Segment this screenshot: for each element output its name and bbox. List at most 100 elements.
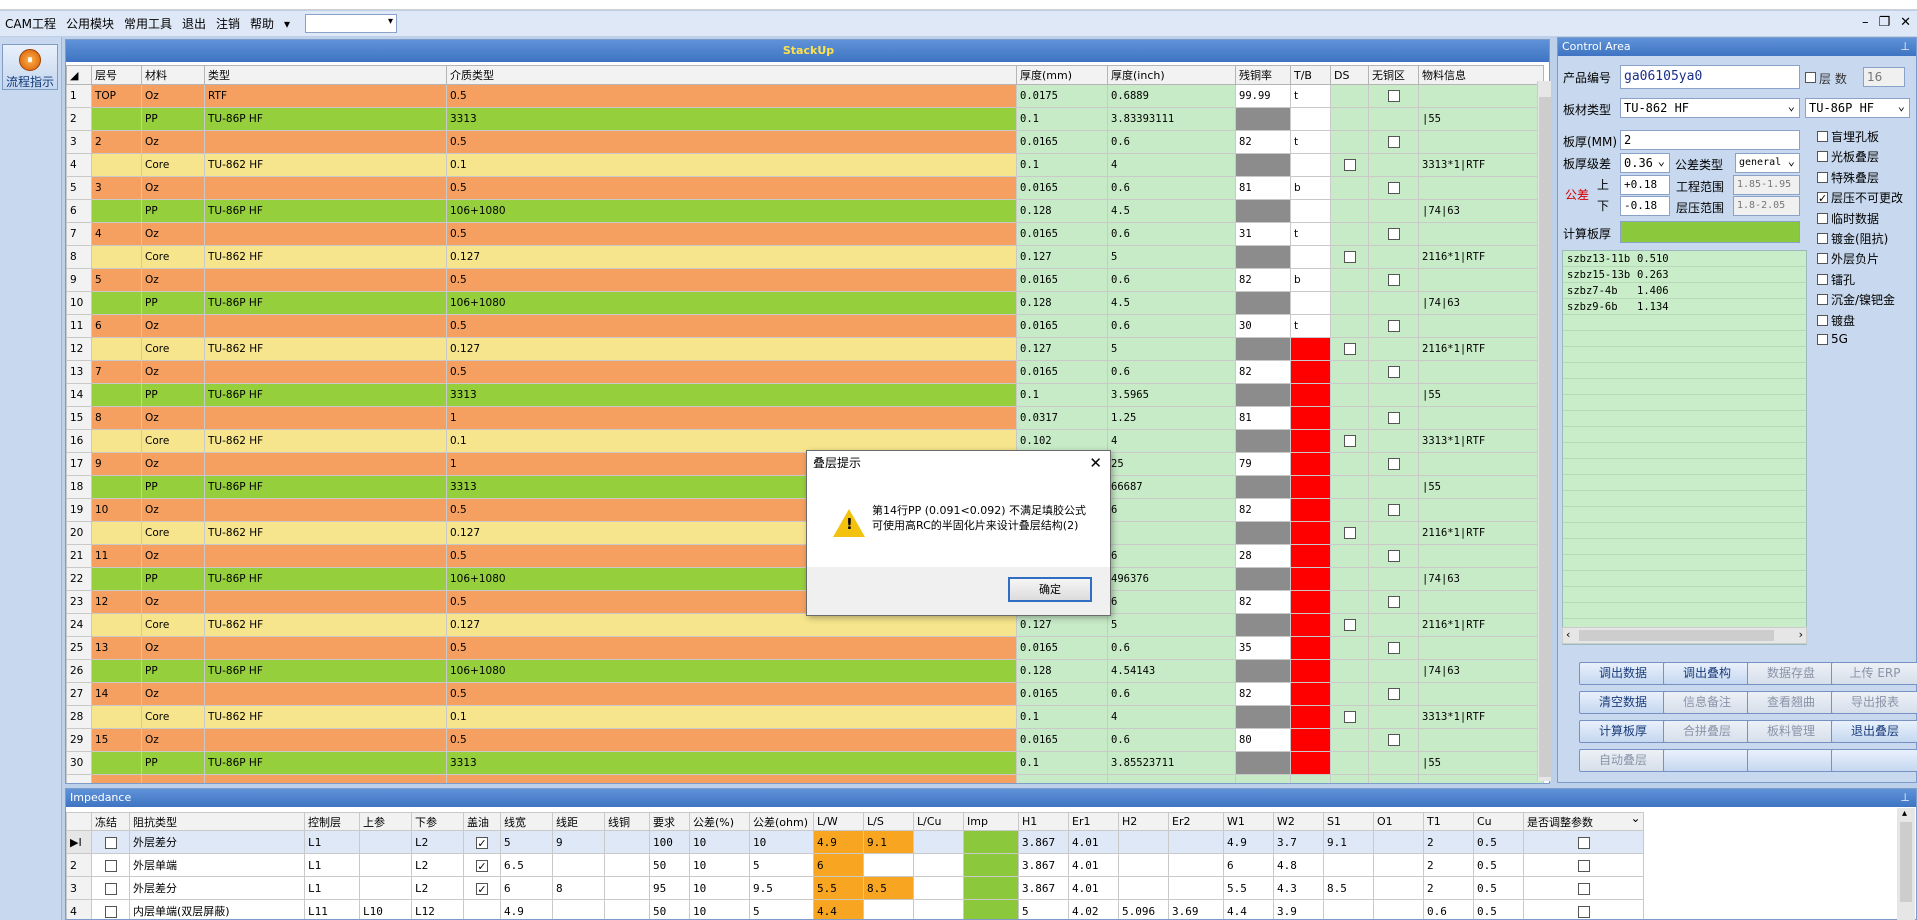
imp-s-cell[interactable]: 9 bbox=[552, 830, 605, 854]
menu-combo[interactable] bbox=[305, 14, 398, 33]
ds-cell[interactable] bbox=[1330, 544, 1369, 568]
col-thickness-mm[interactable]: 厚度(mm) bbox=[1016, 65, 1108, 85]
tb-cell[interactable] bbox=[1290, 153, 1331, 177]
dialog-close-icon[interactable]: ✕ bbox=[1089, 451, 1102, 475]
dielectric-cell[interactable]: 0.5 bbox=[446, 314, 1017, 338]
residual-copper-cell[interactable] bbox=[1235, 751, 1291, 775]
tb-cell[interactable]: b bbox=[1290, 452, 1331, 476]
dielectric-cell[interactable]: 0.1 bbox=[446, 153, 1017, 177]
ds-cell[interactable] bbox=[1330, 590, 1369, 614]
thickness-inch-cell[interactable]: 3.83393111 bbox=[1107, 107, 1236, 131]
material-cell[interactable]: Core bbox=[141, 613, 205, 637]
no-copper-cell[interactable] bbox=[1368, 268, 1419, 292]
material-cell[interactable]: Oz bbox=[141, 636, 205, 660]
imp-o1-cell[interactable] bbox=[1373, 876, 1424, 900]
side-option-checkbox[interactable] bbox=[1817, 273, 1828, 285]
scroll-up-icon[interactable]: ▴ bbox=[1902, 808, 1907, 819]
layer-cell[interactable] bbox=[91, 521, 142, 545]
residual-copper-cell[interactable] bbox=[1235, 567, 1291, 591]
material-info-cell[interactable] bbox=[1418, 268, 1544, 292]
imp-h1-cell[interactable]: 5 bbox=[1018, 899, 1069, 919]
row-number[interactable]: 2 bbox=[66, 107, 92, 131]
residual-copper-cell[interactable]: 28 bbox=[1235, 544, 1291, 568]
layer-cell[interactable] bbox=[91, 245, 142, 269]
stackup-row[interactable]: 6 PP TU-86P HF 106+1080 0.128 4.5 |74|63 bbox=[66, 199, 1544, 223]
residual-copper-cell[interactable] bbox=[1235, 705, 1291, 729]
thickness-inch-cell[interactable]: 6 bbox=[1107, 544, 1236, 568]
thickness-mm-cell[interactable]: 0.0165 bbox=[1016, 314, 1108, 338]
upper-tolerance-input[interactable]: +0.18 bbox=[1620, 175, 1670, 195]
imp-cuv-cell[interactable]: 0.5 bbox=[1473, 853, 1524, 877]
stackup-row[interactable]: 28 Core TU-862 HF 0.1 0.1 4 3313*1|RTF bbox=[66, 705, 1544, 729]
imp-er1-cell[interactable]: 4.01 bbox=[1068, 853, 1119, 877]
type-cell[interactable]: TU-86P HF bbox=[204, 659, 447, 683]
type-cell[interactable] bbox=[204, 268, 447, 292]
row-number[interactable]: 28 bbox=[66, 705, 92, 729]
solder-mask-checkbox[interactable] bbox=[476, 882, 488, 895]
menu-overflow-icon[interactable]: ▾ bbox=[279, 17, 295, 31]
ds-cell[interactable] bbox=[1330, 613, 1369, 637]
imp-col-header[interactable]: 上参 bbox=[359, 812, 412, 831]
up-ref-cell[interactable] bbox=[359, 876, 412, 900]
imp-col-header[interactable]: 控制层 bbox=[304, 812, 360, 831]
imp-h1-cell[interactable]: 3.867 bbox=[1018, 853, 1069, 877]
ds-cell[interactable] bbox=[1330, 360, 1369, 384]
tb-cell[interactable]: t bbox=[1290, 498, 1331, 522]
row-number[interactable]: 21 bbox=[66, 544, 92, 568]
no-copper-cell[interactable] bbox=[1368, 406, 1419, 430]
residual-copper-cell[interactable] bbox=[1235, 521, 1291, 545]
material-info-cell[interactable]: |55 bbox=[1418, 107, 1544, 131]
material-info-cell[interactable]: 3313*1|RTF bbox=[1418, 429, 1544, 453]
empty-button-14[interactable] bbox=[1747, 749, 1835, 772]
material-info-cell[interactable] bbox=[1418, 636, 1544, 660]
residual-copper-cell[interactable]: 81 bbox=[1235, 406, 1291, 430]
stackup-row[interactable]: 12 Core TU-862 HF 0.127 0.127 5 2116*1|RTF bbox=[66, 337, 1544, 361]
no-copper-checkbox[interactable] bbox=[1387, 458, 1400, 470]
row-number[interactable]: 15 bbox=[66, 406, 92, 430]
imp-row-number[interactable]: 2 bbox=[66, 853, 92, 877]
imp-col-header[interactable]: 线铜 bbox=[604, 812, 650, 831]
imp-col-header[interactable]: 盖油 bbox=[463, 812, 501, 831]
col-ds[interactable]: DS bbox=[1330, 65, 1369, 85]
stackup-row[interactable]: 22 PP TU-86P HF 106+1080 496376 |74|63 bbox=[66, 567, 1544, 591]
type-cell[interactable]: TU-86P HF bbox=[204, 751, 447, 775]
down-ref-cell[interactable]: L2 bbox=[411, 830, 464, 854]
stackup-row[interactable]: 10 PP TU-86P HF 106+1080 0.128 4.5 |74|63 bbox=[66, 291, 1544, 315]
imp-req-cell[interactable]: 100 bbox=[649, 830, 690, 854]
side-option[interactable]: 临时数据 bbox=[1817, 210, 1879, 227]
ds-cell[interactable] bbox=[1330, 567, 1369, 591]
residual-copper-cell[interactable]: 35 bbox=[1235, 636, 1291, 660]
thickness-inch-cell[interactable]: 5 bbox=[1107, 245, 1236, 269]
material-info-cell[interactable] bbox=[1418, 544, 1544, 568]
down-ref-cell[interactable]: L2 bbox=[411, 876, 464, 900]
no-copper-cell[interactable] bbox=[1368, 498, 1419, 522]
type-cell[interactable] bbox=[204, 176, 447, 200]
layer-cell[interactable]: 13 bbox=[91, 636, 142, 660]
type-cell[interactable] bbox=[204, 498, 447, 522]
up-ref-cell[interactable] bbox=[359, 830, 412, 854]
thickness-mm-cell[interactable]: 0.1 bbox=[1016, 705, 1108, 729]
ds-cell[interactable] bbox=[1330, 222, 1369, 246]
tb-cell[interactable]: t bbox=[1290, 590, 1331, 614]
ds-checkbox[interactable] bbox=[1343, 619, 1356, 631]
no-copper-checkbox[interactable] bbox=[1387, 550, 1400, 562]
tb-cell[interactable]: b bbox=[1290, 176, 1331, 200]
side-option[interactable]: 光板叠层 bbox=[1817, 148, 1879, 165]
ds-cell[interactable] bbox=[1330, 751, 1369, 775]
residual-copper-cell[interactable] bbox=[1235, 291, 1291, 315]
impedance-row[interactable]: ▶I外层差分L1L25910010104.99.13.8674.014.93.7… bbox=[66, 830, 1645, 854]
imp-ls-cell[interactable]: 8.5 bbox=[863, 876, 914, 900]
row-number[interactable]: 20 bbox=[66, 521, 92, 545]
imp-lcu-cell[interactable] bbox=[913, 899, 964, 919]
imp-h2-cell[interactable]: 5.096 bbox=[1118, 899, 1169, 919]
imp-imp-cell[interactable] bbox=[963, 899, 1019, 919]
imp-col-header[interactable]: W2 bbox=[1273, 812, 1324, 831]
material-cell[interactable]: PP bbox=[141, 659, 205, 683]
menu-help[interactable]: 帮助 bbox=[245, 15, 279, 32]
no-copper-checkbox[interactable] bbox=[1387, 182, 1400, 194]
adjust-checkbox[interactable] bbox=[1577, 836, 1590, 849]
material-info-cell[interactable]: |74|63 bbox=[1418, 199, 1544, 223]
no-copper-checkbox[interactable] bbox=[1387, 734, 1400, 746]
imp-er1-cell[interactable]: 4.02 bbox=[1068, 899, 1119, 919]
imp-o1-cell[interactable] bbox=[1373, 899, 1424, 919]
